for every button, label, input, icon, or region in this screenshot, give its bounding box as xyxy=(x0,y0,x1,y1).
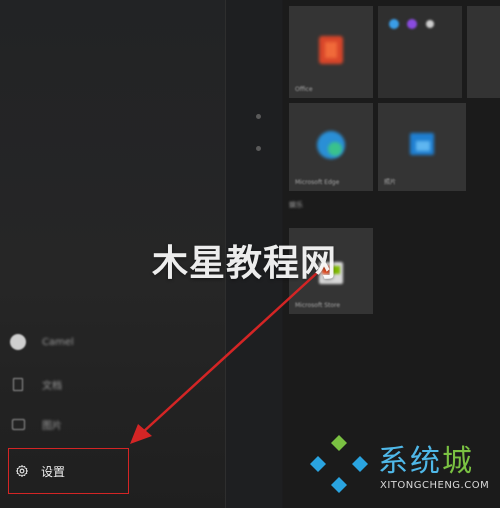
watermark-text: 木星教程网 xyxy=(152,243,338,284)
brand-name: 系统城 xyxy=(378,436,474,480)
brand-url: XITONGCHENG.COM xyxy=(380,480,490,491)
brand-name-part2: 城 xyxy=(442,444,474,479)
brand-logo-icon xyxy=(310,435,368,493)
brand-name-part1: 系统 xyxy=(378,444,442,479)
